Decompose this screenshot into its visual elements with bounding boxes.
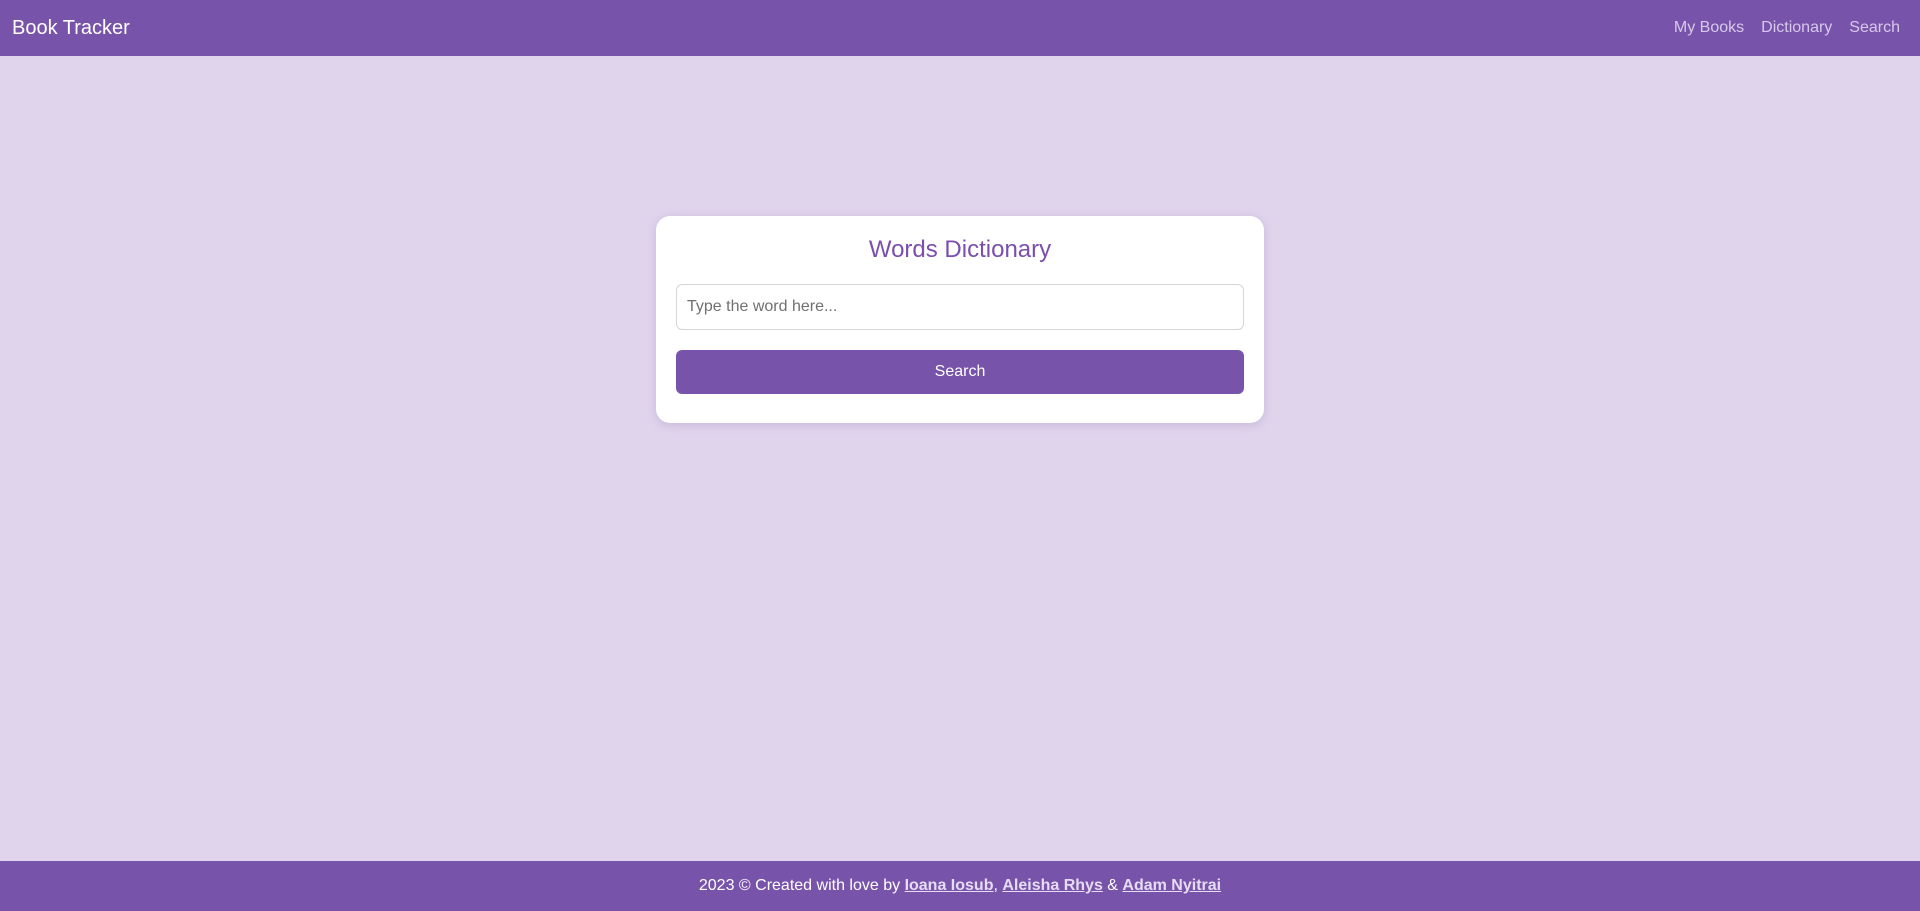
dictionary-title: Words Dictionary	[868, 236, 1052, 263]
word-search-input[interactable]	[676, 283, 1244, 330]
nav-link-dictionary[interactable]: Dictionary	[1761, 19, 1832, 37]
top-navbar: Book Tracker My Books Dictionary Search	[0, 0, 1920, 56]
dictionary-card: Words Dictionary Search	[656, 216, 1264, 423]
nav-link-my-books[interactable]: My Books	[1674, 19, 1744, 37]
footer-comma: ,	[993, 877, 1003, 894]
author-link-aleisha-rhys[interactable]: Aleisha Rhys	[1002, 877, 1102, 895]
nav-link-search[interactable]: Search	[1849, 19, 1900, 37]
author-link-ioana-iosub[interactable]: Ioana Iosub	[905, 877, 994, 895]
nav-links: My Books Dictionary Search	[1674, 19, 1900, 37]
footer-credit-text: 2023 © Created with love by	[698, 877, 905, 894]
author-link-adam-nyitrai[interactable]: Adam Nyitrai	[1122, 877, 1221, 895]
search-button[interactable]: Search	[676, 349, 1244, 394]
footer: 2023 © Created with love by Ioana Iosub,…	[0, 861, 1920, 911]
footer-ampersand: &	[1102, 877, 1123, 894]
brand-link[interactable]: Book Tracker	[12, 17, 130, 40]
